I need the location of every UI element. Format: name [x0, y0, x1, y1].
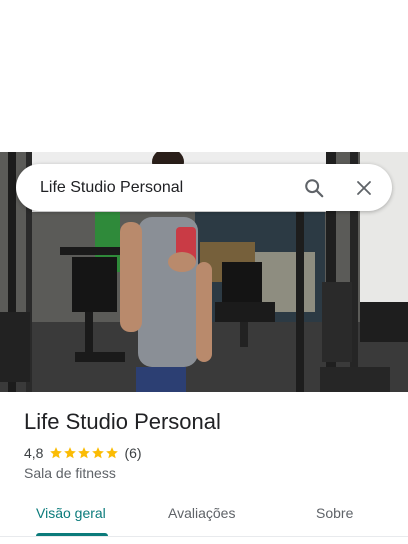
- tab-about[interactable]: Sobre: [316, 505, 353, 521]
- place-category[interactable]: Sala de fitness: [24, 465, 116, 481]
- rating-value: 4,8: [24, 445, 44, 461]
- star-rating: [49, 446, 119, 460]
- review-count[interactable]: (6): [124, 445, 141, 461]
- search-icon[interactable]: [302, 176, 326, 200]
- tab-divider: [0, 536, 408, 537]
- star-icon: [92, 447, 105, 459]
- blank-map-area: [0, 0, 408, 152]
- star-icon: [64, 447, 77, 459]
- search-bar[interactable]: Life Studio Personal: [16, 164, 392, 211]
- tab-reviews[interactable]: Avaliações: [168, 505, 235, 521]
- rating-row[interactable]: 4,8 (6): [24, 445, 142, 461]
- search-input[interactable]: Life Studio Personal: [40, 179, 302, 197]
- close-icon[interactable]: [352, 176, 376, 200]
- tab-bar: Visão geral Avaliações Sobre: [0, 499, 408, 544]
- star-icon: [78, 447, 91, 459]
- star-icon: [50, 447, 63, 459]
- star-icon: [106, 447, 119, 459]
- place-title: Life Studio Personal: [24, 409, 221, 434]
- tab-overview[interactable]: Visão geral: [36, 505, 106, 521]
